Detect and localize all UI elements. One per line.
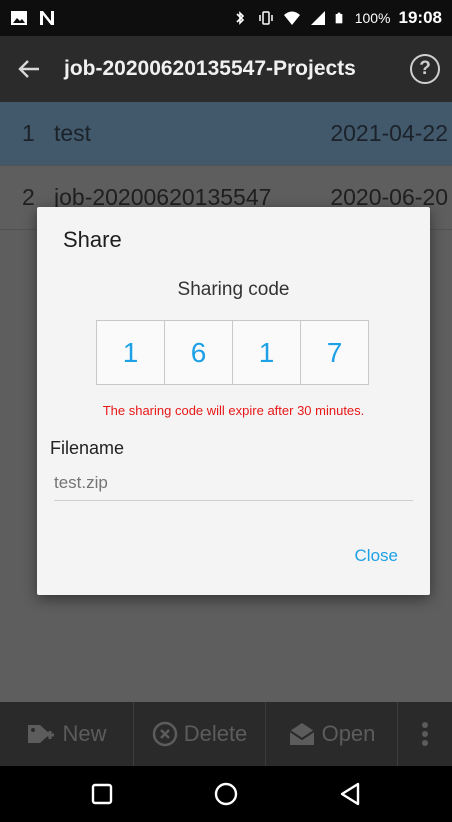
battery-percent: 100% bbox=[354, 10, 391, 26]
system-nav-bar bbox=[0, 766, 452, 822]
triangle-back-icon bbox=[340, 782, 360, 806]
square-icon bbox=[91, 783, 113, 805]
code-digit: 1 bbox=[232, 320, 301, 385]
delete-label: Delete bbox=[183, 721, 248, 746]
new-button[interactable]: New bbox=[0, 702, 134, 766]
filename-input[interactable] bbox=[54, 469, 413, 501]
vibrate-icon bbox=[258, 11, 273, 25]
more-vert-icon bbox=[422, 722, 428, 746]
delete-circle-icon bbox=[152, 721, 177, 747]
bluetooth-icon bbox=[236, 11, 244, 25]
action-bar: New Delete Open bbox=[0, 702, 452, 766]
back-arrow-icon bbox=[18, 60, 39, 78]
row-name: test bbox=[54, 120, 92, 146]
help-button[interactable]: ? bbox=[410, 54, 440, 84]
sharing-code-label: Sharing code bbox=[177, 279, 290, 300]
row-index: 1 bbox=[22, 120, 35, 146]
status-time: 19:08 bbox=[398, 8, 442, 27]
back-nav-button[interactable] bbox=[330, 774, 370, 814]
add-tag-icon bbox=[28, 725, 55, 743]
share-dialog: Share Sharing code 1 6 1 7 The sharing c… bbox=[37, 207, 430, 595]
back-button[interactable] bbox=[12, 52, 46, 86]
wifi-icon bbox=[283, 11, 300, 25]
n-notification-icon bbox=[40, 11, 54, 25]
open-label: Open bbox=[321, 721, 376, 746]
row-date: 2021-04-22 bbox=[330, 120, 448, 146]
dialog-title: Share bbox=[63, 227, 122, 252]
signal-icon bbox=[310, 11, 325, 25]
circle-icon bbox=[214, 782, 238, 806]
expire-message: The sharing code will expire after 30 mi… bbox=[102, 403, 365, 418]
recents-button[interactable] bbox=[82, 774, 122, 814]
delete-button[interactable]: Delete bbox=[134, 702, 266, 766]
new-label: New bbox=[62, 721, 107, 746]
battery-icon bbox=[335, 12, 343, 24]
help-icon: ? bbox=[419, 58, 431, 79]
home-button[interactable] bbox=[206, 774, 246, 814]
code-digit: 7 bbox=[300, 320, 369, 385]
close-button[interactable]: Close bbox=[355, 546, 398, 566]
code-digit: 6 bbox=[164, 320, 233, 385]
open-button[interactable]: Open bbox=[266, 702, 398, 766]
code-digit: 1 bbox=[96, 320, 165, 385]
list-item[interactable]: 1 test 2021-04-22 bbox=[0, 102, 452, 166]
status-bar: 100% 19:08 bbox=[0, 0, 452, 36]
open-mail-icon bbox=[289, 723, 315, 745]
image-notification-icon bbox=[11, 11, 27, 25]
more-options-button[interactable] bbox=[398, 702, 452, 766]
filename-label: Filename bbox=[50, 438, 125, 458]
app-toolbar: job-20200620135547-Projects ? bbox=[0, 36, 452, 102]
sharing-code-boxes: 1 6 1 7 bbox=[96, 320, 369, 385]
page-title: job-20200620135547-Projects bbox=[64, 57, 356, 80]
